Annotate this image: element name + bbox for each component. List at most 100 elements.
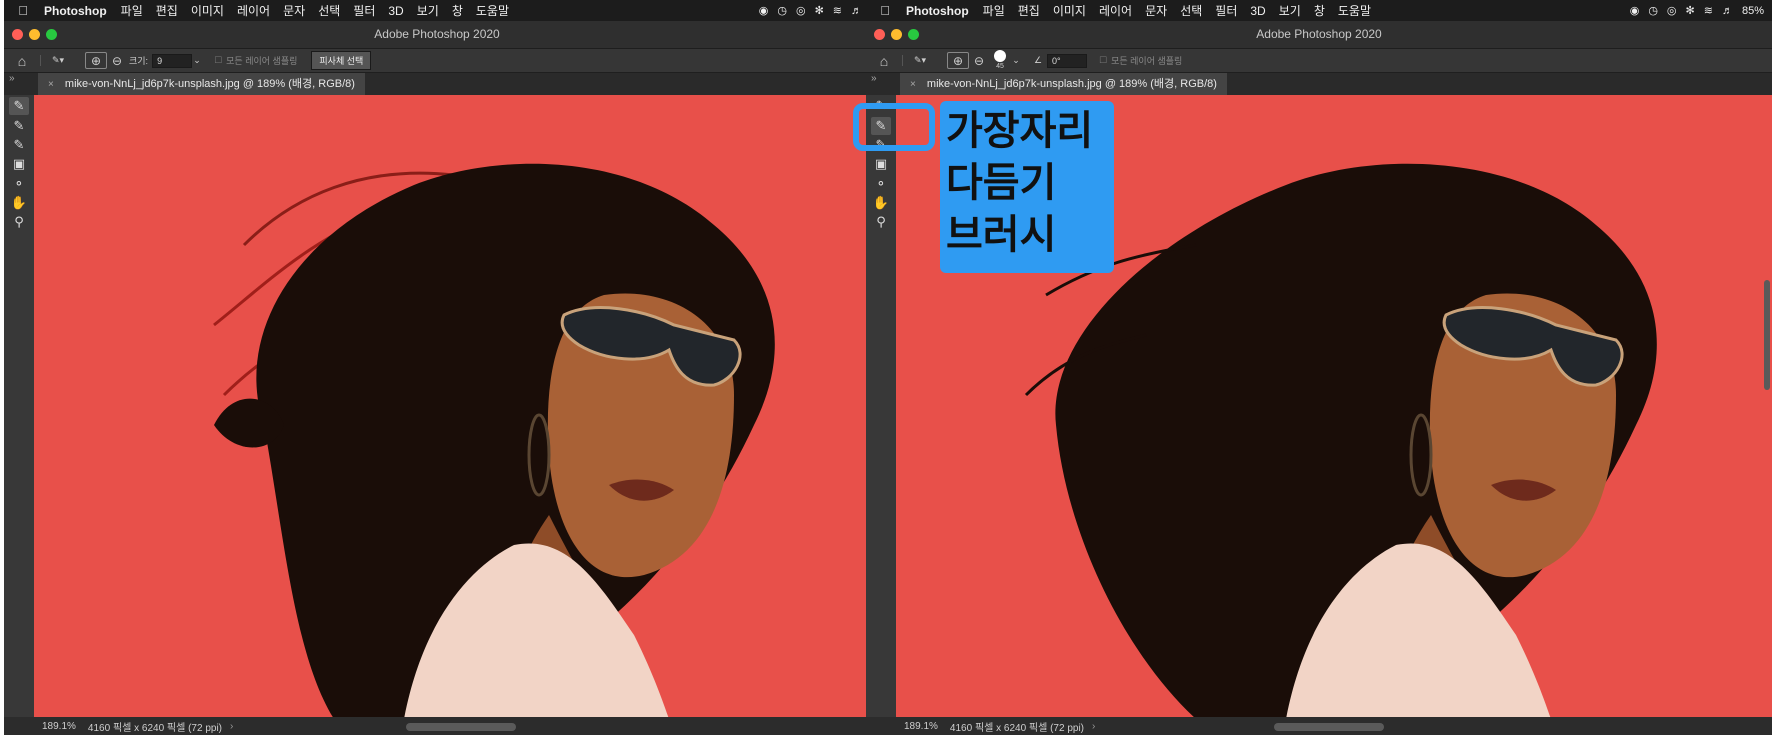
expand-edge-icon[interactable]: ⊕ — [947, 52, 969, 69]
brush-tool-icon[interactable]: ✎ — [9, 136, 29, 154]
menu-edit[interactable]: 편집 — [1018, 2, 1040, 19]
size-dropdown-icon[interactable]: ⌄ — [192, 55, 202, 66]
menu-edit[interactable]: 편집 — [156, 2, 178, 19]
message-icon[interactable]: ◉ — [1630, 4, 1640, 17]
menu-app-name[interactable]: Photoshop — [44, 4, 107, 18]
volume-icon[interactable]: ♬ — [1722, 5, 1733, 17]
menu-layer[interactable]: 레이어 — [1099, 2, 1132, 19]
menu-app-name[interactable]: Photoshop — [906, 4, 969, 18]
brush-size-value: 45 — [996, 63, 1004, 70]
vpn-icon[interactable]: ◎ — [796, 4, 806, 17]
vertical-scrollbar[interactable] — [1764, 280, 1770, 390]
menu-type[interactable]: 문자 — [1145, 2, 1167, 19]
info-arrow-icon[interactable]: › — [230, 721, 233, 732]
size-input[interactable]: 9 — [152, 53, 193, 68]
status-bar: 189.1% 4160 픽셀 x 6240 픽셀 (72 ppi) › — [866, 717, 1772, 735]
tools-panel: ✎ ✎ ✎ ▣ ⚬ ✋ ⚲ — [866, 95, 896, 717]
window-title: Adobe Photoshop 2020 — [374, 27, 500, 41]
brush-preset-icon[interactable]: ✎▾ — [902, 55, 937, 66]
hand-tool-icon[interactable]: ✋ — [9, 194, 29, 212]
brush-preset-icon[interactable]: ✎▾ — [40, 55, 75, 66]
close-button[interactable] — [12, 29, 23, 40]
menu-select[interactable]: 선택 — [318, 2, 340, 19]
sample-all-layers-label: 모든 레이어 샘플링 — [226, 56, 298, 66]
apple-icon[interactable]:  — [878, 3, 892, 18]
document-tab[interactable]: × mike-von-NnLj_jd6p7k-unsplash.jpg @ 18… — [900, 73, 1227, 95]
menu-filter[interactable]: 필터 — [1215, 2, 1237, 19]
info-arrow-icon[interactable]: › — [1092, 721, 1095, 732]
clock-icon[interactable]: ◷ — [777, 4, 787, 17]
menu-window[interactable]: 창 — [452, 2, 463, 19]
zoom-tool-icon[interactable]: ⚲ — [871, 213, 891, 231]
close-tab-icon[interactable]: × — [48, 79, 54, 90]
horizontal-scrollbar[interactable] — [406, 723, 516, 731]
hand-tool-icon[interactable]: ✋ — [871, 194, 891, 212]
close-tab-icon[interactable]: × — [910, 79, 916, 90]
horizontal-scrollbar[interactable] — [1274, 723, 1384, 731]
object-selection-icon[interactable]: ▣ — [871, 155, 891, 173]
zoom-tool-icon[interactable]: ⚲ — [9, 213, 29, 231]
bluetooth-icon[interactable]: ✻ — [1686, 4, 1695, 17]
document-info: 4160 픽셀 x 6240 픽셀 (72 ppi) — [87, 722, 223, 734]
panel-expand-icon[interactable]: » — [871, 73, 877, 84]
tools-panel: ✎ ✎ ✎ ▣ ⚬ ✋ ⚲ — [4, 95, 34, 717]
sample-all-layers-checkbox[interactable]: ☐ — [214, 55, 222, 66]
apple-icon[interactable]:  — [16, 3, 30, 18]
brush-dot-icon — [994, 50, 1006, 62]
bluetooth-icon[interactable]: ✻ — [815, 4, 824, 17]
menu-layer[interactable]: 레이어 — [237, 2, 270, 19]
menu-help[interactable]: 도움말 — [476, 2, 509, 19]
quick-selection-tool-icon[interactable]: ✎ — [9, 97, 29, 115]
menu-3d[interactable]: 3D — [1250, 4, 1265, 18]
zoom-button[interactable] — [908, 29, 919, 40]
document-tab-title: mike-von-NnLj_jd6p7k-unsplash.jpg @ 189%… — [64, 78, 355, 90]
clock-icon[interactable]: ◷ — [1648, 4, 1658, 17]
zoom-level[interactable]: 189.1% — [904, 721, 938, 732]
zoom-button[interactable] — [46, 29, 57, 40]
volume-icon[interactable]: ♬ — [851, 5, 862, 17]
angle-input[interactable]: 0° — [1047, 53, 1087, 68]
menu-select[interactable]: 선택 — [1180, 2, 1202, 19]
menu-3d[interactable]: 3D — [388, 4, 403, 18]
menu-help[interactable]: 도움말 — [1338, 2, 1371, 19]
menu-status-area: ◉ ◷ ◎ ✻ ≋ ♬ 85% — [1630, 4, 1764, 18]
select-subject-button[interactable]: 피사체 선택 — [311, 51, 372, 70]
close-button[interactable] — [874, 29, 885, 40]
brush-dropdown-icon[interactable]: ⌄ — [1011, 55, 1021, 66]
menu-file[interactable]: 파일 — [983, 2, 1005, 19]
add-to-selection-icon[interactable]: ⊕ — [85, 52, 107, 69]
left-window:  Photoshop 파일 편집 이미지 레이어 문자 선택 필터 3D 보기… — [4, 0, 870, 735]
menu-filter[interactable]: 필터 — [353, 2, 375, 19]
image-canvas[interactable] — [34, 95, 870, 717]
home-icon[interactable]: ⌂ — [4, 53, 40, 69]
menu-file[interactable]: 파일 — [121, 2, 143, 19]
object-selection-icon[interactable]: ▣ — [9, 155, 29, 173]
home-icon[interactable]: ⌂ — [866, 53, 902, 69]
message-icon[interactable]: ◉ — [759, 4, 769, 17]
lasso-tool-icon[interactable]: ⚬ — [871, 175, 891, 193]
menu-type[interactable]: 문자 — [283, 2, 305, 19]
vpn-icon[interactable]: ◎ — [1667, 4, 1677, 17]
lasso-tool-icon[interactable]: ⚬ — [9, 175, 29, 193]
wifi-icon[interactable]: ≋ — [1704, 4, 1713, 17]
panel-expand-icon[interactable]: » — [9, 73, 15, 84]
menu-window[interactable]: 창 — [1314, 2, 1325, 19]
minimize-button[interactable] — [891, 29, 902, 40]
subtract-from-selection-icon[interactable]: ⊖ — [107, 54, 127, 68]
refine-edge-brush-icon[interactable]: ✎ — [9, 117, 29, 135]
battery-percent[interactable]: 85% — [1742, 5, 1764, 17]
document-tab-row: » × mike-von-NnLj_jd6p7k-unsplash.jpg @ … — [4, 73, 870, 95]
menu-view[interactable]: 보기 — [417, 2, 439, 19]
tool-highlight-ring — [853, 103, 935, 151]
menu-image[interactable]: 이미지 — [1053, 2, 1086, 19]
sample-all-layers-checkbox[interactable]: ☐ — [1099, 55, 1107, 66]
minimize-button[interactable] — [29, 29, 40, 40]
wifi-icon[interactable]: ≋ — [833, 4, 842, 17]
brush-size-picker[interactable]: 45 — [989, 50, 1011, 71]
options-bar: ⌂ ✎▾ ⊕ ⊖ 크기: 9 ⌄ ☐ 모든 레이어 샘플링 피사체 선택 — [4, 49, 870, 73]
zoom-level[interactable]: 189.1% — [42, 721, 76, 732]
document-tab[interactable]: × mike-von-NnLj_jd6p7k-unsplash.jpg @ 18… — [38, 73, 365, 95]
menu-view[interactable]: 보기 — [1279, 2, 1301, 19]
contract-edge-icon[interactable]: ⊖ — [969, 54, 989, 68]
menu-image[interactable]: 이미지 — [191, 2, 224, 19]
